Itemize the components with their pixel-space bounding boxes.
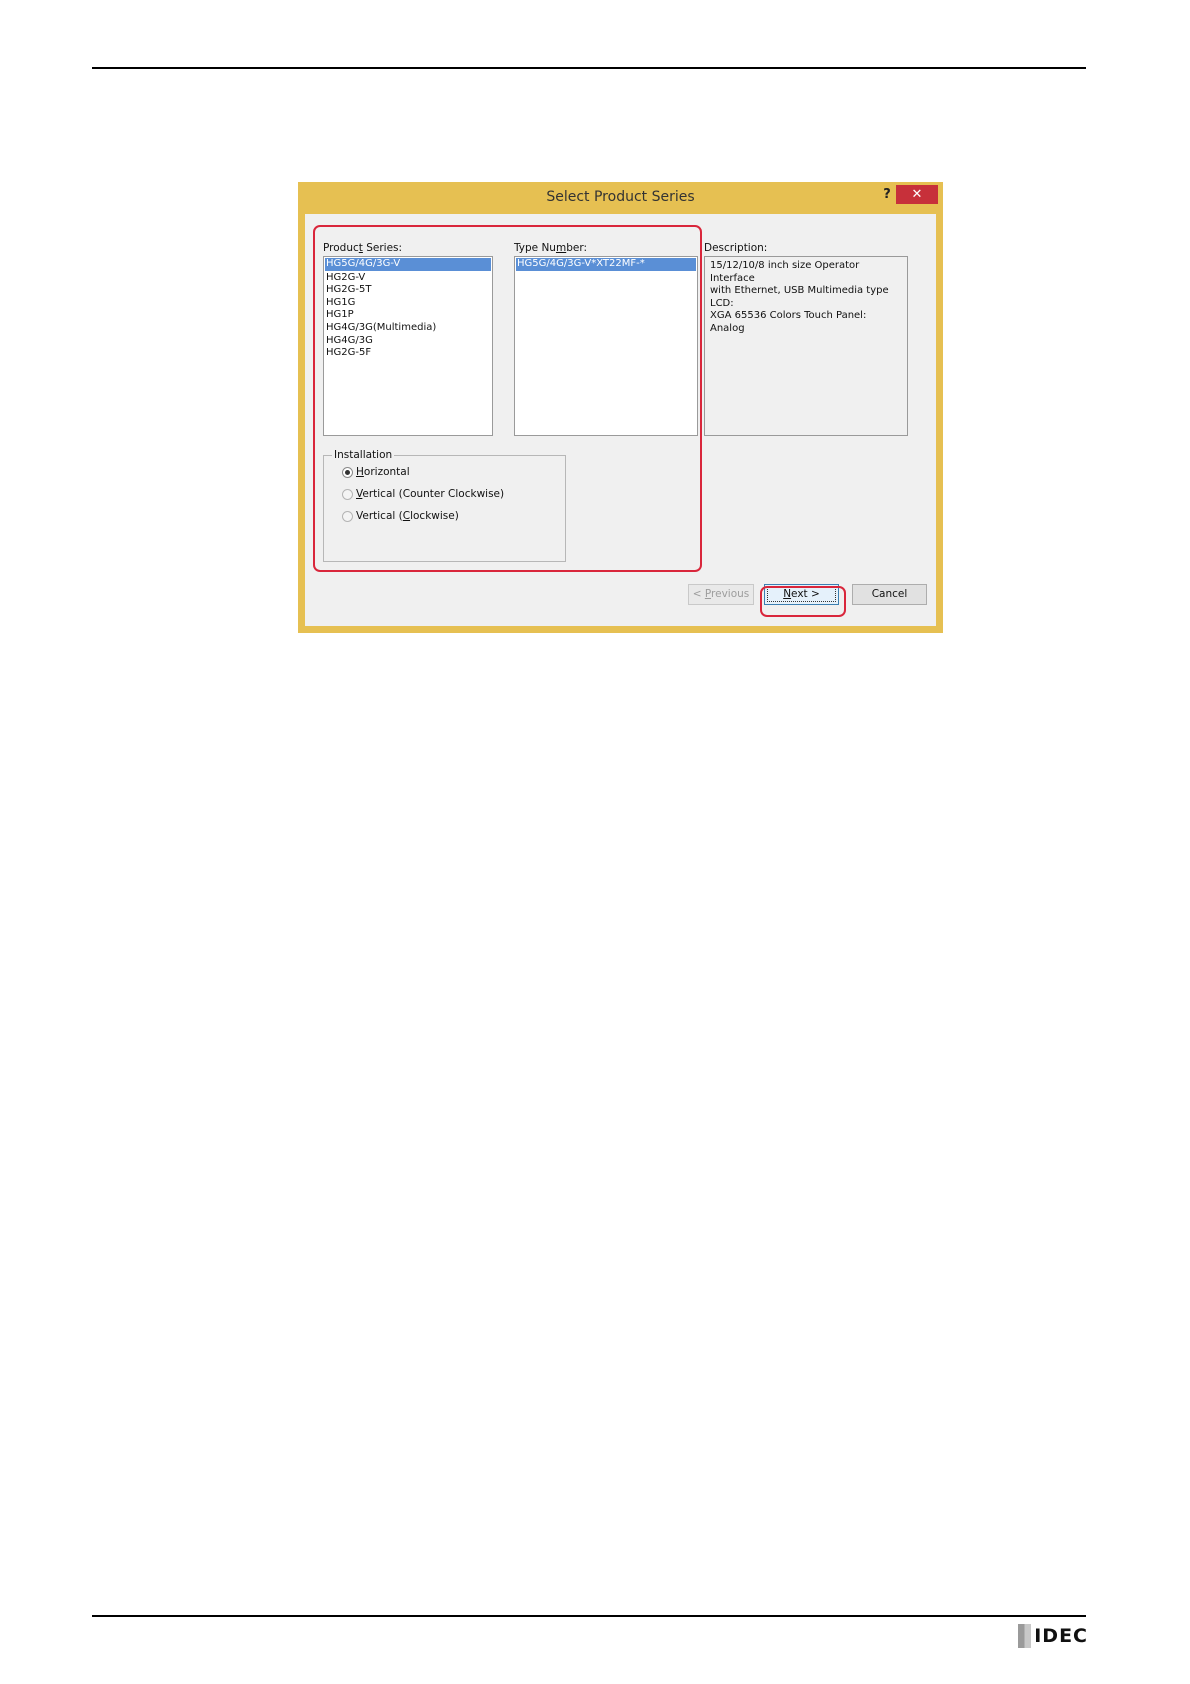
list-item[interactable]: HG5G/4G/3G-V — [325, 258, 491, 271]
previous-button[interactable]: < Previous — [688, 584, 754, 605]
list-item[interactable]: HG2G-5F — [324, 347, 492, 360]
footer-rule — [92, 1615, 1086, 1617]
list-item[interactable]: HG5G/4G/3G-V*XT22MF-* — [516, 258, 696, 271]
next-button[interactable]: Next > — [764, 584, 839, 605]
description-line: with Ethernet, USB Multimedia type LCD: — [710, 285, 889, 309]
cancel-button[interactable]: Cancel — [852, 584, 927, 605]
description-line: XGA 65536 Colors Touch Panel: Analog — [710, 310, 867, 334]
close-icon: ✕ — [911, 187, 923, 202]
close-button[interactable]: ✕ — [896, 185, 938, 204]
type-number-listbox[interactable]: HG5G/4G/3G-V*XT22MF-* — [514, 256, 698, 436]
radio-label-vertical-ccw: Vertical (Counter Clockwise) — [356, 488, 505, 500]
dialog-title-bar[interactable]: Select Product Series ? ✕ — [298, 182, 943, 214]
description-line: 15/12/10/8 inch size Operator Interface — [710, 260, 860, 284]
radio-horizontal[interactable]: Horizontal — [342, 466, 410, 478]
select-product-series-dialog: Select Product Series ? ✕ Product Series… — [298, 182, 943, 633]
radio-vertical-ccw[interactable]: Vertical (Counter Clockwise) — [342, 488, 504, 500]
installation-group: Installation Horizontal Vertical (Counte… — [323, 449, 566, 562]
idec-logo-mark — [1018, 1624, 1032, 1648]
description-label: Description: — [704, 242, 768, 254]
list-item[interactable]: HG2G-V — [324, 272, 492, 285]
description-box: 15/12/10/8 inch size Operator Interface … — [704, 256, 908, 436]
focus-rectangle: Next > — [767, 587, 836, 602]
list-item[interactable]: HG4G/3G(Multimedia) — [324, 322, 492, 335]
header-rule — [92, 67, 1086, 69]
list-item[interactable]: HG1P — [324, 309, 492, 322]
list-item[interactable]: HG2G-5T — [324, 284, 492, 297]
radio-checked-icon[interactable] — [342, 466, 353, 478]
type-number-label: Type Number: — [514, 242, 587, 254]
radio-label-horizontal: Horizontal — [356, 466, 410, 478]
installation-legend: Installation — [332, 449, 395, 461]
list-item[interactable]: HG4G/3G — [324, 335, 492, 348]
radio-vertical-cw[interactable]: Vertical (Clockwise) — [342, 510, 459, 522]
list-item[interactable]: HG1G — [324, 297, 492, 310]
product-series-listbox[interactable]: HG5G/4G/3G-V HG2G-V HG2G-5T HG1G HG1P HG… — [323, 256, 493, 436]
dialog-title: Select Product Series — [546, 189, 695, 205]
radio-unchecked-icon[interactable] — [342, 488, 353, 500]
radio-label-vertical-cw: Vertical (Clockwise) — [356, 510, 459, 522]
idec-logo-text: IDEC — [1034, 1625, 1088, 1647]
radio-unchecked-icon[interactable] — [342, 510, 353, 522]
product-series-label: Product Series: — [323, 242, 403, 254]
dialog-client-area: Product Series: HG5G/4G/3G-V HG2G-V HG2G… — [305, 214, 936, 626]
idec-logo: IDEC — [1018, 1623, 1088, 1649]
